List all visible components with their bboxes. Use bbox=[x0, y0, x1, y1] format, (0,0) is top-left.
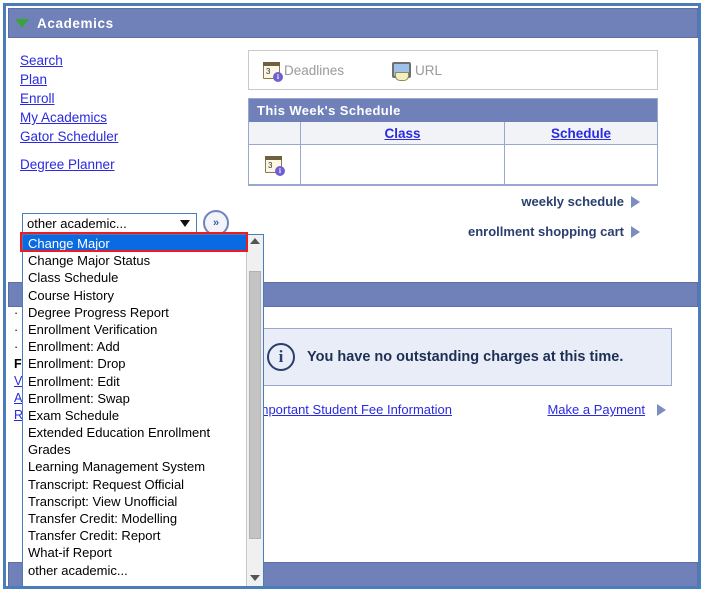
academics-link-list: Search Plan Enroll My Academics Gator Sc… bbox=[20, 52, 225, 175]
row-icon-cell[interactable]: 3i bbox=[249, 145, 301, 185]
dropdown-option[interactable]: Enrollment: Swap bbox=[23, 390, 246, 407]
schedule-column-headers: Class Schedule bbox=[249, 122, 657, 145]
dropdown-option[interactable]: Enrollment: Drop bbox=[23, 355, 246, 372]
link-degree-planner[interactable]: Degree Planner bbox=[20, 156, 225, 174]
other-academic-select-group: other academic... » bbox=[22, 210, 229, 236]
dropdown-option[interactable]: Change Major bbox=[23, 235, 246, 253]
other-academic-select[interactable]: other academic... bbox=[22, 213, 197, 233]
dropdown-option[interactable]: Course History bbox=[23, 287, 246, 304]
dropdown-option[interactable]: Transfer Credit: Modelling bbox=[23, 510, 246, 527]
schedule-col-schedule: Schedule bbox=[505, 122, 657, 145]
dropdown-option[interactable]: Transcript: View Unofficial bbox=[23, 493, 246, 510]
toolbar-label-url: URL bbox=[415, 62, 443, 78]
toolbar-item-url[interactable]: URL bbox=[392, 62, 443, 81]
no-charges-info-box: i You have no outstanding charges at thi… bbox=[254, 328, 672, 386]
browser-content-frame: Academics Search Plan Enroll My Academic… bbox=[3, 3, 701, 589]
link-weekly-schedule[interactable]: weekly schedule bbox=[521, 194, 640, 209]
link-enrollment-shopping-cart[interactable]: enrollment shopping cart bbox=[468, 224, 640, 239]
chevron-down-icon[interactable] bbox=[180, 219, 190, 227]
go-button[interactable]: » bbox=[203, 210, 229, 236]
table-row: 3i bbox=[249, 145, 657, 185]
panel-header-academics[interactable]: Academics bbox=[8, 8, 698, 38]
caret-right-icon bbox=[657, 403, 666, 416]
dropdown-option[interactable]: Transcript: Request Official bbox=[23, 476, 246, 493]
url-monitor-icon bbox=[392, 62, 412, 81]
dropdown-options: Change Major Change Major Status Class Sch… bbox=[23, 235, 246, 586]
link-plan[interactable]: Plan bbox=[20, 71, 225, 89]
column-header-schedule[interactable]: Schedule bbox=[551, 126, 611, 141]
scroll-down-arrow-icon[interactable] bbox=[250, 575, 260, 581]
this-week-schedule-table: This Week's Schedule Class Schedule 3i bbox=[248, 98, 658, 186]
dropdown-option[interactable]: What-if Report bbox=[23, 544, 246, 561]
dropdown-option[interactable]: Enrollment Verification bbox=[23, 321, 246, 338]
link-my-academics[interactable]: My Academics bbox=[20, 109, 225, 127]
no-charges-message: You have no outstanding charges at this … bbox=[307, 348, 624, 365]
calendar-deadline-icon: 3i bbox=[263, 61, 283, 82]
dropdown-scrollbar[interactable] bbox=[246, 235, 263, 586]
dropdown-option[interactable]: Exam Schedule bbox=[23, 407, 246, 424]
dropdown-option[interactable]: Enrollment: Edit bbox=[23, 373, 246, 390]
double-chevron-right-icon: » bbox=[212, 216, 220, 229]
dropdown-option[interactable]: Learning Management System bbox=[23, 458, 246, 475]
triangle-down-icon[interactable] bbox=[15, 18, 29, 28]
scrollbar-thumb[interactable] bbox=[249, 271, 261, 539]
link-gator-scheduler[interactable]: Gator Scheduler bbox=[20, 128, 225, 146]
link-enrollment-shopping-cart-label: enrollment shopping cart bbox=[467, 224, 624, 239]
row-schedule-cell bbox=[505, 145, 657, 185]
dropdown-option[interactable]: Class Schedule bbox=[23, 269, 246, 286]
link-search[interactable]: Search bbox=[20, 52, 225, 70]
link-weekly-schedule-label: weekly schedule bbox=[521, 194, 624, 209]
scroll-up-arrow-icon[interactable] bbox=[250, 238, 260, 244]
dropdown-option[interactable]: Extended Education Enrollment bbox=[23, 424, 246, 441]
panel-title-academics: Academics bbox=[37, 15, 114, 31]
other-academic-dropdown-list[interactable]: Change Major Change Major Status Class Sch… bbox=[22, 234, 264, 586]
toolbar-item-deadlines[interactable]: 3i Deadlines bbox=[263, 61, 345, 82]
finances-link-row: Important Student Fee Information Make a… bbox=[254, 402, 672, 417]
column-header-class[interactable]: Class bbox=[384, 126, 420, 141]
link-make-a-payment[interactable]: Make a Payment bbox=[547, 402, 645, 417]
schedule-col-class: Class bbox=[301, 122, 505, 145]
caret-right-icon bbox=[631, 195, 640, 208]
dropdown-option[interactable]: other academic... bbox=[23, 562, 246, 579]
dropdown-option[interactable]: Transfer Credit: Report bbox=[23, 527, 246, 544]
link-enroll[interactable]: Enroll bbox=[20, 90, 225, 108]
dropdown-option[interactable]: Enrollment: Add bbox=[23, 338, 246, 355]
row-class-cell bbox=[301, 145, 505, 185]
link-student-fee-information[interactable]: Important Student Fee Information bbox=[254, 402, 452, 417]
deadlines-url-toolbar: 3i Deadlines URL bbox=[248, 50, 658, 90]
info-circle-icon: i bbox=[267, 343, 295, 371]
dropdown-option[interactable]: Degree Progress Report bbox=[23, 304, 246, 321]
caret-right-icon bbox=[631, 225, 640, 238]
calendar-deadline-icon[interactable]: 3i bbox=[265, 156, 285, 176]
dropdown-option[interactable]: Grades bbox=[23, 441, 246, 458]
schedule-table-title: This Week's Schedule bbox=[249, 99, 657, 122]
toolbar-label-deadlines: Deadlines bbox=[284, 62, 345, 78]
other-academic-select-value: other academic... bbox=[27, 215, 127, 231]
make-payment-group: Make a Payment bbox=[547, 402, 672, 417]
schedule-col-blank bbox=[249, 122, 301, 145]
dropdown-option[interactable]: Change Major Status bbox=[23, 252, 246, 269]
